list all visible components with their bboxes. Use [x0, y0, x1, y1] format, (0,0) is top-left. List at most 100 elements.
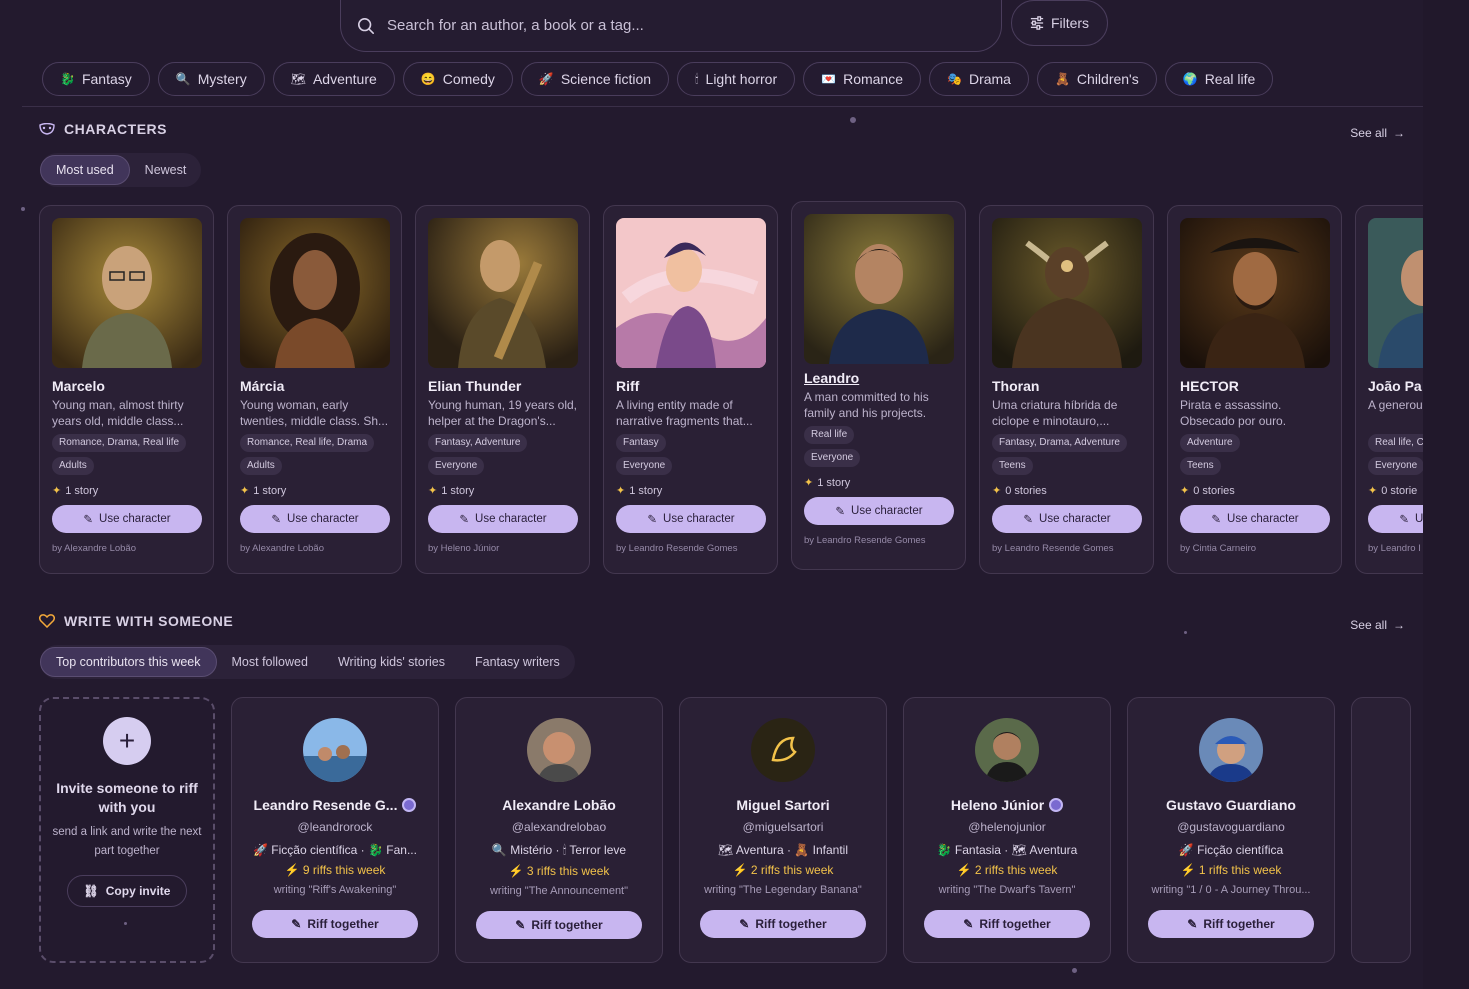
character-card[interactable]: Riff A living entity made of narrative f… [603, 205, 778, 574]
riff-together-label: Riff together [307, 917, 379, 931]
use-character-button[interactable]: ✎ Use character [616, 505, 766, 533]
tab-most-used[interactable]: Most used [40, 155, 130, 185]
character-card[interactable]: Thoran Uma criatura híbrida de ciclope e… [979, 205, 1154, 574]
genre-tag: Real life, C [1368, 434, 1423, 452]
use-character-button[interactable]: ✎ Use character [240, 505, 390, 533]
genre-label: Drama [968, 71, 1011, 87]
genre-chip-adventure[interactable]: 🗺 Adventure [272, 62, 395, 96]
audience-tag: Everyone [428, 457, 485, 475]
genre-label: Science fiction [560, 71, 652, 87]
genre-chips: 🐉 Fantasy 🔍 Mystery 🗺 Adventure 😄 Comedy 🚀 Sc… [42, 62, 1274, 96]
riff-together-button[interactable]: ✎ Riff together [252, 910, 418, 938]
story-count: ✦ 1 story [240, 484, 389, 498]
genre-label: Children's [1076, 71, 1139, 87]
use-character-button[interactable]: ✎ Use character [52, 505, 202, 533]
story-count: ✦ 0 stories [1180, 484, 1329, 498]
genre-tag: Fantasy [616, 434, 666, 452]
tab-writing-kids-stories[interactable]: Writing kids' stories [323, 647, 460, 677]
copy-invite-button[interactable]: ⛓ Copy invite [66, 875, 188, 907]
riffs-count-label: 2 riffs this week [974, 863, 1058, 877]
sparkle-icon: ✦ [804, 477, 814, 489]
writer-card[interactable]: Heleno Júnior @helenojunior 🐉 Fantasia ·… [903, 697, 1111, 963]
story-count: ✦ 0 storie [1368, 484, 1423, 498]
writer-name-text: Alexandre Lobão [502, 797, 616, 813]
genre-chip-childrens[interactable]: 🧸 Children's [1036, 62, 1157, 96]
character-card[interactable]: Leandro A man committed to his family an… [791, 201, 966, 570]
writer-handle: @gustavoguardiano [1177, 820, 1285, 834]
tab-most-followed[interactable]: Most followed [217, 647, 323, 677]
writer-name: Heleno Júnior [951, 797, 1064, 813]
search-input[interactable]: Search for an author, a book or a tag... [340, 0, 1002, 52]
genre-chip-comedy[interactable]: 😄 Comedy [402, 62, 513, 96]
genre-chip-drama[interactable]: 🎭 Drama [929, 62, 1029, 96]
genre-chip-light-horror[interactable]: 🕯 Light horror [677, 62, 796, 96]
riffs-count-label: 3 riffs this week [526, 864, 610, 878]
author-byline: by Heleno Júnior [428, 543, 500, 554]
use-character-button[interactable]: ✎ Use character [804, 497, 954, 525]
audience-tag: Adults [240, 457, 282, 475]
genre-chip-fantasy[interactable]: 🐉 Fantasy [42, 62, 150, 96]
bolt-icon: ⚡ [284, 863, 300, 877]
audience-tag: Everyone [804, 449, 861, 467]
character-card[interactable]: Márcia Young woman, early twenties, midd… [227, 205, 402, 574]
riff-together-button[interactable]: ✎ Riff together [476, 911, 642, 939]
writer-card[interactable]: Leandro Resende G... @leandrorock 🚀 Ficç… [231, 697, 439, 963]
teddy-bear-icon: 🧸 [1054, 72, 1070, 86]
writer-card[interactable]: Alexandre Lobão @alexandrelobao 🔍 Mistér… [455, 697, 663, 963]
use-character-button[interactable]: ✎ Use character [1180, 505, 1330, 533]
use-character-button[interactable]: ✎ Use character [1368, 505, 1423, 533]
use-character-button[interactable]: ✎ Use character [992, 505, 1142, 533]
current-writing: writing "Riff's Awakening" [273, 884, 397, 896]
riff-together-button[interactable]: ✎ Riff together [700, 910, 866, 938]
character-card[interactable]: HECTOR Pirata e assassino. Obsecado por … [1167, 205, 1342, 574]
character-name: Thoran [992, 378, 1040, 394]
invite-description: send a link and write the next part toge… [52, 826, 202, 857]
story-count: ✦ 1 story [804, 476, 953, 490]
pencil-icon: ✎ [835, 506, 846, 518]
story-count-label: 0 storie [1381, 484, 1418, 497]
genre-chip-science-fiction[interactable]: 🚀 Science fiction [520, 62, 670, 96]
search-row: Search for an author, a book or a tag...… [340, 0, 1108, 52]
riff-together-button[interactable]: ✎ Riff together [1148, 910, 1314, 938]
magnifier-icon: 🔍 [175, 72, 191, 86]
plus-icon[interactable]: + [103, 717, 151, 765]
heart-handshake-icon [39, 614, 55, 628]
writer-card[interactable]: Gustavo Guardiano @gustavoguardiano 🚀 Fi… [1127, 697, 1335, 963]
filters-button[interactable]: Filters [1011, 0, 1108, 46]
writers-see-all-link[interactable]: See all → [1350, 618, 1405, 632]
genre-label: Fantasy [81, 71, 132, 87]
use-character-button[interactable]: ✎ Use character [428, 505, 578, 533]
pencil-icon: ✎ [515, 918, 526, 932]
character-name: Riff [616, 378, 640, 394]
riffs-count: ⚡ 2 riffs this week [733, 863, 834, 877]
arrow-right-icon: → [1393, 126, 1405, 140]
pencil-icon: ✎ [1187, 917, 1198, 931]
writer-handle: @alexandrelobao [511, 820, 607, 834]
arrow-right-icon: → [1393, 618, 1405, 632]
writer-handle: @leandrorock [297, 820, 373, 834]
character-card[interactable]: Marcelo Young man, almost thirty years o… [39, 205, 214, 574]
characters-see-all-link[interactable]: See all → [1350, 126, 1405, 140]
writer-card[interactable]: Miguel Sartori @miguelsartori 🗺 Aventura… [679, 697, 887, 963]
character-card[interactable]: João Pa A generou good hear Real life, C… [1355, 205, 1423, 574]
genre-chip-mystery[interactable]: 🔍 Mystery [157, 62, 265, 96]
writer-genres: 🚀 Ficção científica [1178, 843, 1284, 857]
character-name[interactable]: Leandro [804, 370, 953, 386]
pencil-icon: ✎ [291, 917, 302, 931]
verified-badge-icon [1049, 798, 1064, 812]
masks-icon: 🎭 [947, 72, 962, 86]
genre-chip-romance[interactable]: 💌 Romance [803, 62, 921, 96]
riff-together-button[interactable]: ✎ Riff together [924, 910, 1090, 938]
tab-newest[interactable]: Newest [130, 155, 202, 185]
tab-fantasy-writers[interactable]: Fantasy writers [460, 647, 575, 677]
author-byline: by Alexandre Lobão [240, 543, 324, 554]
sparkle-icon: ✦ [992, 485, 1002, 497]
rocket-icon: 🚀 [538, 72, 554, 86]
characters-section-title: CHARACTERS [39, 121, 167, 137]
writer-card-partial[interactable] [1351, 697, 1411, 963]
genre-chip-real-life[interactable]: 🌍 Real life [1164, 62, 1274, 96]
pencil-icon: ✎ [647, 514, 658, 526]
character-card[interactable]: Elian Thunder Young human, 19 years old,… [415, 205, 590, 574]
invite-card: + Invite someone to riff with you send a… [39, 697, 215, 963]
tab-top-contributors[interactable]: Top contributors this week [40, 647, 217, 677]
